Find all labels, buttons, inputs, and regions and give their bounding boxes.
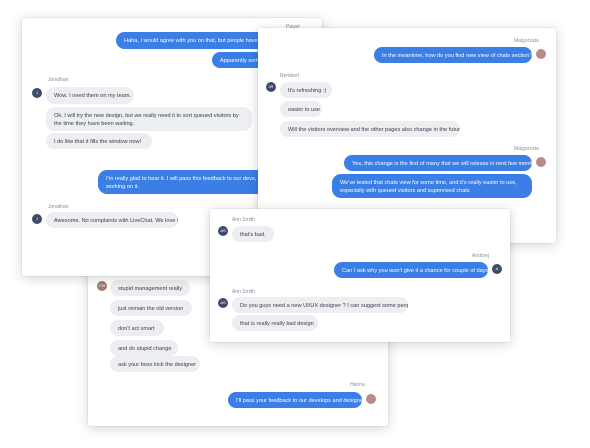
agent-name: Malgorzata — [514, 146, 539, 152]
message-bubble: It's refreshing :) — [280, 82, 332, 98]
message-bubble: Can I ask why you won't give it a chance… — [334, 262, 488, 278]
message-bubble: that's bad. — [232, 226, 274, 242]
message-bubble: Will the visitors overview and the other… — [280, 121, 460, 137]
message-bubble: ask your boss kick the designer — [110, 356, 200, 372]
message-bubble: In the meantime, how do you find new vie… — [374, 47, 532, 63]
message-bubble: I'll pass your feedback to our develops … — [228, 392, 362, 408]
chat-window-ann-smith: Ann Smith AS that's bad. Andrzej Can I a… — [210, 209, 510, 342]
avatar: AS — [218, 298, 228, 308]
message-bubble: that is really really bad design — [232, 315, 318, 331]
avatar — [536, 157, 546, 167]
message-bubble: Awesome. No complaints with LiveChat. We… — [46, 212, 178, 228]
message-bubble: and do stupid change — [110, 340, 178, 356]
visitor-name: Jonathan — [48, 204, 69, 210]
message-bubble: don't act smart — [110, 320, 164, 336]
avatar: AS — [218, 226, 228, 236]
message-bubble: easier to use — [280, 101, 322, 117]
avatar: J — [32, 88, 42, 98]
message-bubble: Yes, this change is the first of many th… — [344, 155, 532, 171]
agent-name: Andrzej — [472, 253, 489, 259]
message-bubble: We've tested that chats view for some ti… — [332, 174, 532, 198]
visitor-name: Rembert — [280, 73, 300, 79]
avatar — [536, 49, 546, 59]
avatar — [366, 394, 376, 404]
visitor-name: Jonathan — [48, 77, 69, 83]
avatar: A — [492, 264, 502, 274]
avatar: CW — [97, 281, 107, 291]
message-bubble: Do you guys need a new UI/UX designer ? … — [232, 297, 408, 313]
agent-name: Malgorzata — [514, 38, 539, 44]
message-bubble: stupid management really — [110, 280, 190, 296]
message-bubble: just remain the old version — [110, 300, 192, 316]
avatar: JR — [266, 82, 276, 92]
visitor-name: Ann Smith — [232, 217, 256, 223]
visitor-name: Ann Smith — [232, 289, 256, 295]
message-bubble: I do like that it fills the window now! — [46, 133, 152, 149]
message-bubble: Ok. I will try the new design, but we re… — [46, 107, 252, 131]
agent-name: Hanna — [350, 382, 365, 388]
avatar: J — [32, 214, 42, 224]
message-bubble: Wow. I need them on my team. — [46, 87, 134, 104]
